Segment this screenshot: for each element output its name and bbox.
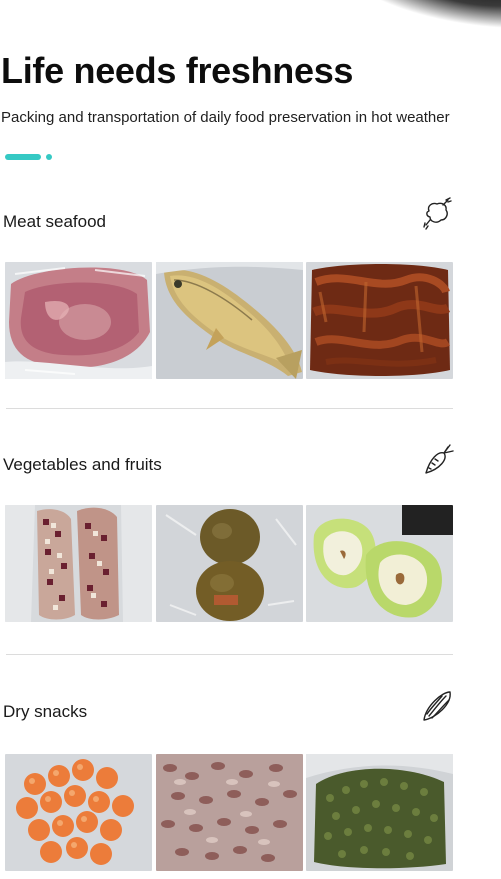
page-subtitle: Packing and transportation of daily food… [1, 109, 450, 126]
section-divider [6, 408, 453, 409]
sunflower-seed-icon [420, 688, 456, 724]
section-title-meat-seafood: Meat seafood [3, 212, 107, 231]
section-divider [6, 654, 453, 655]
vacuum-packed-sausage-image [306, 262, 453, 379]
accent-dot [46, 154, 52, 160]
carrot-icon [420, 441, 456, 477]
vacuum-packed-beans-image [156, 754, 303, 871]
vacuum-packed-kiwi-image [156, 505, 303, 622]
vacuum-packed-corn-image [5, 505, 152, 622]
accent-bar [5, 154, 41, 160]
vacuum-packed-pork-image [5, 262, 152, 379]
meat-icon [420, 196, 456, 232]
vacuum-packed-fish-image [156, 262, 303, 379]
section-title-dry-snacks: Dry snacks [3, 702, 88, 721]
section-title-vegetables-fruits: Vegetables and fruits [3, 455, 162, 474]
page-title: Life needs freshness [1, 50, 354, 91]
vacuum-packed-green-beans-image [306, 754, 453, 871]
top-right-shadow-decoration [337, 0, 501, 33]
vacuum-packed-pear-image [306, 505, 453, 622]
vacuum-packed-candy-image [5, 754, 152, 871]
